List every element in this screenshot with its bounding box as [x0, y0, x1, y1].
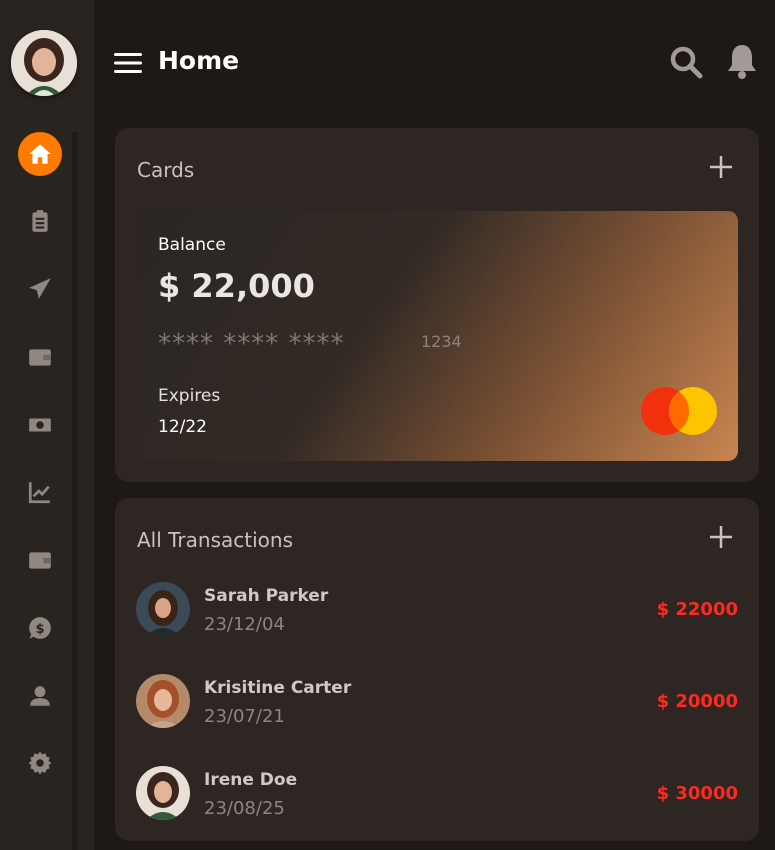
transactions-title: All Transactions	[137, 528, 293, 552]
sidebar-item-home[interactable]	[18, 132, 62, 176]
transaction-name: Sarah Parker	[204, 586, 329, 606]
avatar	[136, 766, 190, 820]
search-icon[interactable]	[668, 44, 704, 80]
transaction-avatar-photo	[136, 582, 190, 636]
user-icon	[30, 686, 50, 706]
sidebar-item-tasks[interactable]	[18, 199, 62, 243]
menu-icon[interactable]	[114, 52, 144, 74]
avatar	[136, 582, 190, 636]
card-last4: 1234	[421, 332, 462, 351]
clipboard-icon	[32, 210, 48, 232]
wallet-icon	[29, 349, 51, 366]
sidebar-scrollbar[interactable]	[72, 132, 78, 850]
sidebar-item-wallet[interactable]	[18, 335, 62, 379]
transaction-date: 23/12/04	[204, 614, 285, 635]
dollar-chat-icon: $	[29, 617, 51, 639]
transaction-amount: $ 30000	[656, 783, 738, 804]
transaction-amount: $ 20000	[656, 691, 738, 712]
sidebar-item-send[interactable]	[18, 267, 62, 311]
expires-label: Expires	[158, 386, 221, 406]
transaction-row[interactable]: Krisitine Carter 23/07/21 $ 20000	[136, 674, 738, 734]
sidebar-item-wallet-2[interactable]	[18, 538, 62, 582]
transaction-date: 23/08/25	[204, 798, 285, 819]
transaction-name: Irene Doe	[204, 770, 298, 790]
transactions-panel: All Transactions Sarah Parker 23/12/04 $…	[115, 498, 759, 841]
profile-photo	[11, 30, 77, 96]
add-card-button[interactable]	[709, 155, 733, 179]
sidebar-item-settings[interactable]	[18, 741, 62, 785]
mastercard-icon	[641, 387, 717, 435]
money-icon	[29, 418, 51, 432]
sidebar-item-payments[interactable]: $	[18, 606, 62, 650]
send-icon	[29, 278, 51, 299]
transaction-name: Krisitine Carter	[204, 678, 352, 698]
bell-icon[interactable]	[725, 42, 759, 80]
cards-title: Cards	[137, 158, 195, 182]
home-icon	[29, 144, 51, 164]
transaction-amount: $ 22000	[656, 599, 738, 620]
sidebar: $	[0, 0, 94, 850]
transaction-avatar-photo	[136, 766, 190, 820]
sidebar-item-analytics[interactable]	[18, 470, 62, 514]
card-number-mask: **** **** ****	[158, 329, 345, 359]
balance-label: Balance	[158, 235, 226, 255]
page-title: Home	[158, 46, 240, 75]
chart-icon	[28, 482, 50, 504]
sidebar-item-money[interactable]	[18, 403, 62, 447]
sidebar-item-profile[interactable]	[18, 674, 62, 718]
add-transaction-button[interactable]	[709, 525, 733, 549]
transaction-row[interactable]: Sarah Parker 23/12/04 $ 22000	[136, 582, 738, 642]
svg-text:$: $	[35, 622, 44, 637]
cards-panel: Cards Balance $ 22,000 **** **** **** 12…	[115, 128, 759, 482]
transaction-date: 23/07/21	[204, 706, 285, 727]
avatar	[136, 674, 190, 728]
transaction-avatar-photo	[136, 674, 190, 728]
expires-value: 12/22	[158, 417, 207, 437]
gear-icon	[28, 751, 52, 775]
avatar[interactable]	[11, 30, 77, 96]
balance-value: $ 22,000	[158, 267, 315, 305]
transaction-row[interactable]: Irene Doe 23/08/25 $ 30000	[136, 766, 738, 826]
wallet-icon	[29, 552, 51, 569]
credit-card[interactable]: Balance $ 22,000 **** **** **** 1234 Exp…	[136, 211, 738, 461]
